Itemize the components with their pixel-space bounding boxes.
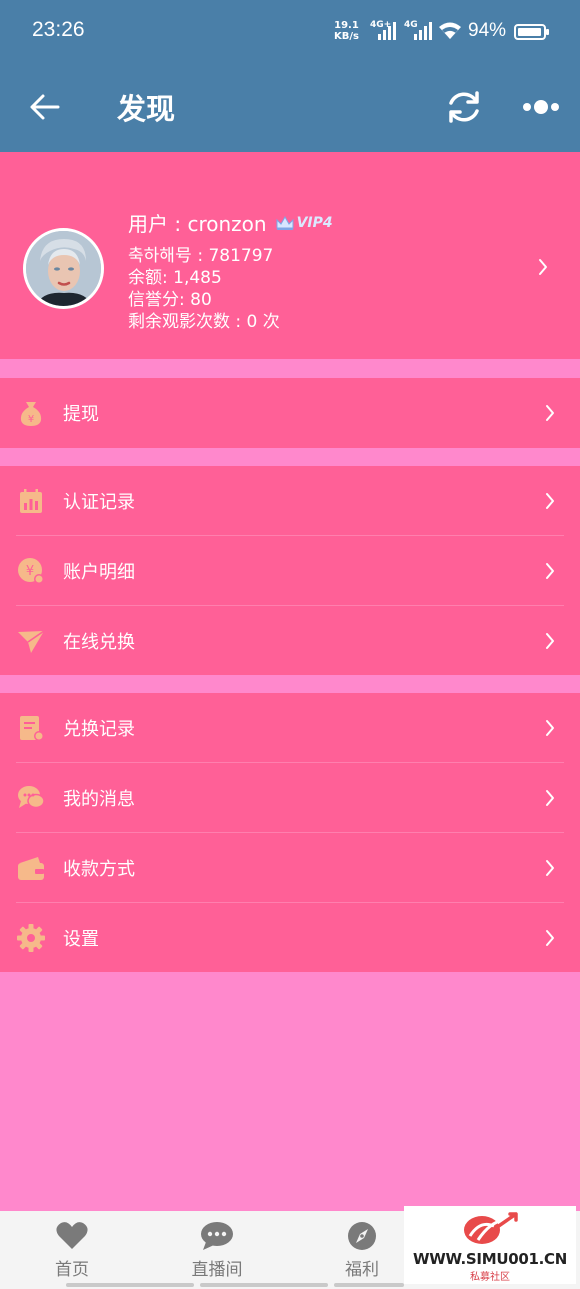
document-icon (20, 716, 44, 741)
watermark-logo-mark (464, 1212, 518, 1244)
menu-item-my-messages[interactable]: 我的消息 (0, 763, 580, 833)
nav-item-label: 福利 (345, 1260, 379, 1280)
network-speed-unit: KB/s (334, 31, 359, 42)
nav-item-label: 直播间 (191, 1260, 243, 1280)
menu-item-label: 账户明细 (63, 562, 135, 583)
menu-item-verification-records[interactable]: 认证记录 (0, 466, 580, 536)
menu-group-account: 认证记录 ¥ 账户明细 在线兑换 (0, 466, 580, 675)
remaining-views: 剩余观影次数 : 0 次 (128, 312, 280, 332)
arrow-left-icon[interactable] (28, 90, 62, 124)
chat-dots-icon (201, 1222, 233, 1250)
menu-item-label: 收款方式 (63, 859, 135, 880)
watermark-text: WWW.SIMU001.CN (413, 1250, 567, 1268)
crown-icon (276, 215, 294, 230)
menu-item-exchange-records[interactable]: 兑换记录 (0, 693, 580, 763)
menu-item-withdraw[interactable]: ¥ 提现 (0, 378, 580, 448)
wifi-icon (439, 22, 461, 39)
menu-item-account-details[interactable]: ¥ 账户明细 (0, 536, 580, 606)
battery-icon (514, 24, 549, 40)
chat-bubbles-icon (18, 786, 45, 809)
paper-plane-icon (18, 630, 45, 653)
chevron-right-icon (546, 860, 554, 876)
chevron-right-icon (546, 790, 554, 806)
avatar-image (26, 231, 101, 306)
svg-text:¥: ¥ (26, 564, 34, 579)
menu-item-payment-methods[interactable]: 收款方式 (0, 833, 580, 903)
menu-item-settings[interactable]: 设置 (0, 903, 580, 973)
menu-item-label: 认证记录 (63, 492, 135, 513)
nav-indicator (334, 1283, 404, 1287)
chevron-right-icon (546, 633, 554, 649)
watermark-subtext: 私募社区 (470, 1272, 510, 1283)
compass-icon (348, 1222, 376, 1250)
sim1-signal-icon: 4G+ (370, 20, 396, 40)
network-speed: 19.1 KB/s (334, 20, 359, 42)
menu-item-label: 我的消息 (63, 789, 135, 810)
sim1-label: 4G+ (370, 20, 392, 30)
nav-item-home[interactable]: 首页 (27, 1221, 117, 1280)
status-bar: 23:26 19.1 KB/s 4G+ 4G 94% (0, 0, 580, 62)
nav-item-label: 首页 (55, 1260, 89, 1280)
chevron-right-icon (539, 259, 547, 275)
money-bag-icon: ¥ (20, 402, 42, 426)
page-title: 发现 (117, 92, 176, 126)
battery-percent: 94% (468, 20, 507, 41)
menu-item-label: 提现 (63, 404, 99, 425)
sim2-label: 4G (404, 20, 418, 30)
avatar[interactable] (23, 228, 104, 309)
heart-icon (56, 1222, 88, 1249)
username: 用户 : cronzon VIP4 (128, 208, 333, 237)
refresh-icon[interactable] (444, 87, 484, 127)
menu-item-label: 在线兑换 (63, 632, 135, 653)
nav-item-live-room[interactable]: 直播间 (172, 1221, 262, 1280)
svg-text:¥: ¥ (28, 414, 34, 425)
chevron-right-icon (546, 720, 554, 736)
chevron-right-icon (546, 563, 554, 579)
vip-label: VIP4 (296, 214, 333, 231)
network-speed-value: 19.1 (334, 20, 359, 31)
gear-icon (17, 924, 45, 952)
menu-group-withdraw: ¥ 提现 (0, 378, 580, 448)
app-bar: 发现 (0, 62, 580, 152)
nav-indicator (200, 1283, 328, 1287)
coin-icon: ¥ (18, 558, 44, 584)
vip-badge: VIP4 (275, 215, 333, 231)
menu-item-label: 设置 (63, 929, 99, 950)
chevron-right-icon (546, 405, 554, 421)
chevron-right-icon (546, 493, 554, 509)
watermark-logo: WWW.SIMU001.CN 私募社区 (404, 1206, 576, 1284)
chevron-right-icon (546, 930, 554, 946)
more-dots-icon[interactable] (522, 96, 560, 118)
wallet-icon (18, 857, 44, 880)
menu-item-online-exchange[interactable]: 在线兑换 (0, 606, 580, 676)
nav-item-benefits[interactable]: 福利 (317, 1221, 407, 1280)
menu-group-more: 兑换记录 我的消息 收款方式 设置 (0, 693, 580, 972)
profile-card[interactable]: 用户 : cronzon VIP4 축하해号 : 781797 余额: 1,48… (0, 152, 580, 359)
username-text: 用户 : cronzon (128, 212, 267, 236)
menu-item-label: 兑换记录 (63, 719, 135, 740)
status-time: 23:26 (32, 18, 85, 41)
calendar-chart-icon (20, 489, 42, 513)
sim2-signal-icon: 4G (404, 20, 432, 40)
nav-indicator (66, 1283, 194, 1287)
